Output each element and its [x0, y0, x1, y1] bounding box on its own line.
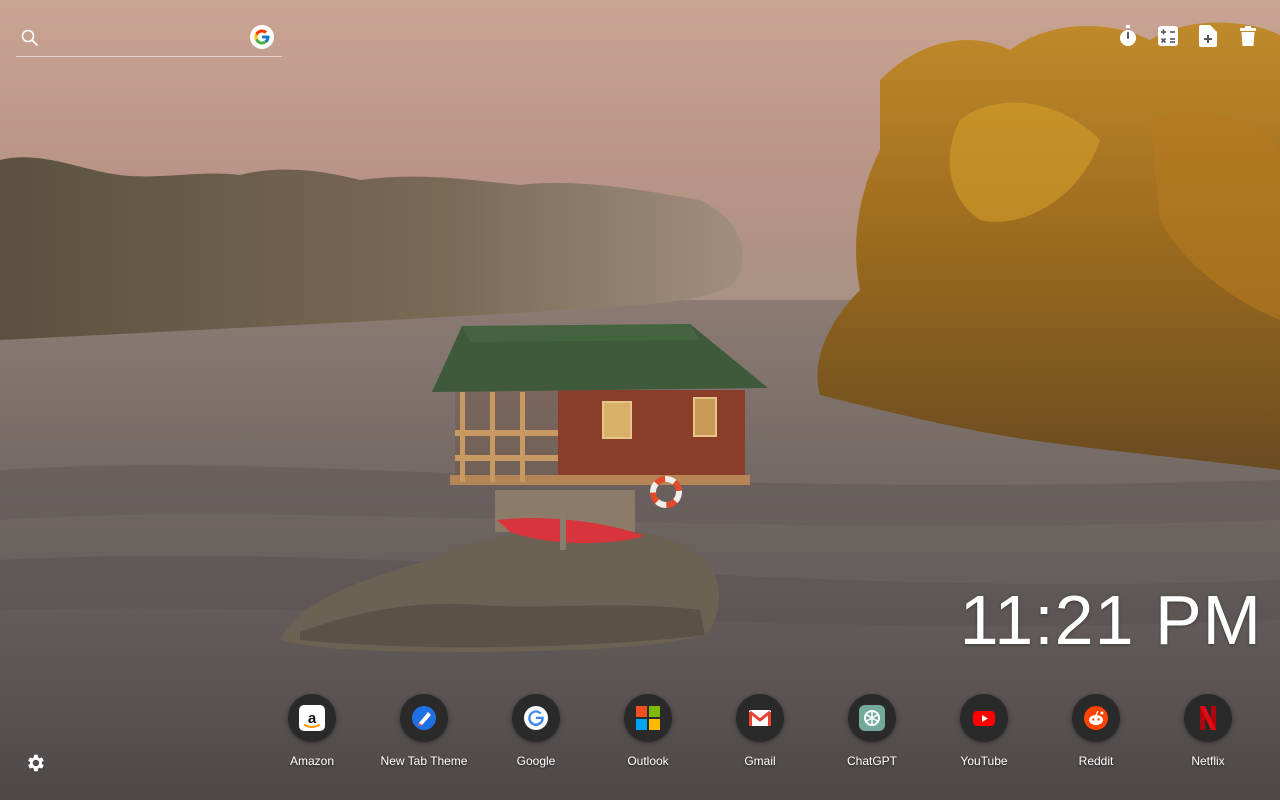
new-file-icon[interactable]: [1196, 24, 1220, 48]
google-icon: [512, 694, 560, 742]
shortcut-label: Reddit: [1078, 754, 1114, 768]
shortcut-label: New Tab Theme: [380, 754, 468, 768]
amazon-icon: a: [288, 694, 336, 742]
wallpaper-background: [0, 0, 1280, 800]
netflix-icon: [1184, 694, 1232, 742]
shortcut-label: Google: [516, 754, 556, 768]
trash-icon[interactable]: [1236, 24, 1260, 48]
search-bar: [16, 22, 282, 57]
shortcut-new-tab-theme[interactable]: New Tab Theme: [368, 694, 480, 768]
shortcut-label: YouTube: [960, 754, 1008, 768]
shortcut-chatgpt[interactable]: ChatGPT: [816, 694, 928, 768]
shortcut-label: Outlook: [627, 754, 669, 768]
shortcut-label: Amazon: [289, 754, 335, 768]
settings-button[interactable]: [24, 752, 48, 776]
shortcut-reddit[interactable]: Reddit: [1040, 694, 1152, 768]
shortcut-amazon[interactable]: a Amazon: [256, 694, 368, 768]
clock: 11:21 PM: [959, 581, 1262, 659]
search-icon[interactable]: [20, 28, 40, 48]
shortcut-gmail[interactable]: Gmail: [704, 694, 816, 768]
calculator-icon[interactable]: [1156, 24, 1180, 48]
shortcut-youtube[interactable]: YouTube: [928, 694, 1040, 768]
search-input[interactable]: [50, 26, 244, 52]
shortcut-netflix[interactable]: Netflix: [1152, 694, 1264, 768]
shortcut-google[interactable]: Google: [480, 694, 592, 768]
search-engine-button[interactable]: [250, 25, 274, 49]
shortcut-label: ChatGPT: [846, 754, 897, 768]
gear-icon: [28, 754, 44, 772]
svg-text:a: a: [308, 710, 317, 727]
shortcut-label: Gmail: [744, 754, 776, 768]
stopwatch-icon[interactable]: [1116, 24, 1140, 48]
chatgpt-icon: [848, 694, 896, 742]
google-icon: [254, 29, 270, 45]
outlook-icon: [624, 694, 672, 742]
shortcut-outlook[interactable]: Outlook: [592, 694, 704, 768]
top-toolbar: [1116, 24, 1260, 48]
reddit-icon: [1072, 694, 1120, 742]
wallpaper-scene: [0, 22, 1280, 800]
shortcut-label: Netflix: [1191, 754, 1225, 768]
gmail-icon: [736, 694, 784, 742]
new-tab-theme-icon: [400, 694, 448, 742]
youtube-icon: [960, 694, 1008, 742]
shortcuts-bar: a Amazon New Tab Theme Google Outlook Gm…: [256, 694, 1264, 768]
